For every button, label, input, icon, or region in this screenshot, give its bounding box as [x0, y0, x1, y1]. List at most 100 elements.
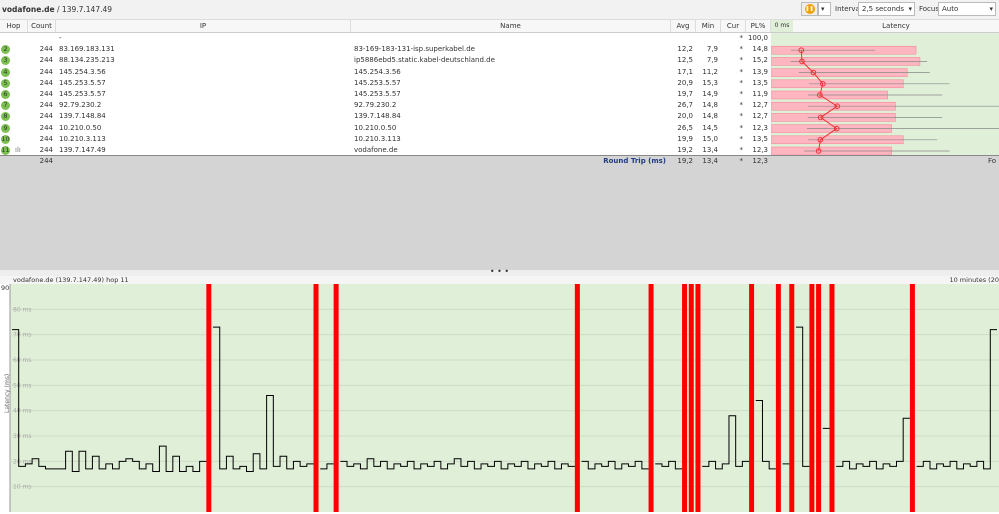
y-tick-label: 60 ms [13, 357, 32, 364]
col-hop[interactable]: Hop [0, 20, 28, 32]
cell-pl: 13,9 [752, 67, 768, 76]
y-max-label: 90 [1, 284, 9, 292]
packet-loss-marker [789, 284, 795, 512]
packet-loss-marker [775, 284, 781, 512]
cell-name: 83-169-183-131-isp.superkabel.de [354, 45, 475, 54]
cell-count: 244 [39, 90, 53, 98]
cell-avg: 12,2 [677, 45, 693, 54]
y-tick-label: 70 ms [13, 332, 32, 339]
summary-cur: * [739, 157, 744, 165]
cell-pl: 13,5 [752, 78, 768, 87]
col-min[interactable]: Min [696, 20, 721, 32]
cell-name: 145.254.3.56 [354, 67, 401, 76]
cell-avg: 26,7 [677, 101, 693, 110]
chevron-down-icon: ▾ [989, 5, 993, 13]
packet-loss-marker [682, 284, 688, 512]
chevron-down-icon: ▾ [821, 5, 825, 13]
cell-pl: 11,9 [752, 90, 768, 98]
cell-cur: * [739, 78, 744, 87]
y-tick-label: 80 ms [13, 306, 32, 313]
cell-min: 14,5 [702, 123, 718, 132]
hop-badge: 7 [1, 101, 10, 111]
hop-badge: 6 [1, 90, 10, 99]
cell-cur: * [739, 34, 744, 42]
packet-loss-marker [313, 284, 319, 512]
cell-ip: 88.134.235.213 [59, 56, 115, 65]
cell-min: 11,2 [702, 67, 718, 76]
cell-cur: * [739, 67, 744, 76]
table-row[interactable]: 2 244 83.169.183.131 83-169-183-131-isp.sup… [0, 44, 771, 55]
table-row[interactable]: 3 244 88.134.235.213 ip5886ebd5.static.kabe… [0, 55, 771, 66]
interval-value: 2,5 seconds [862, 5, 904, 13]
hop-badge: 5 [1, 78, 10, 88]
table-header: Hop Count IP Name Avg Min Cur PL% 0 ms L… [0, 20, 999, 33]
focus-select[interactable]: Auto ▾ [938, 2, 996, 16]
cell-avg: 20,0 [677, 112, 693, 121]
table-row[interactable]: 6 244 145.253.5.57 145.253.5.57 19,7 14,9 * 11,… [0, 89, 771, 100]
col-cur[interactable]: Cur [721, 20, 746, 32]
col-ip[interactable]: IP [56, 20, 351, 32]
chart-timespan: 10 minutes (20 [949, 276, 999, 284]
cell-ip: 10.210.3.113 [59, 134, 106, 143]
cell-cur: * [739, 101, 744, 110]
cell-name: 92.79.230.2 [354, 101, 397, 110]
hop-badge: 4 [1, 67, 10, 77]
table-row[interactable]: 9 244 10.210.0.50 10.210.0.50 26,5 14,5 * 12,3 [0, 123, 771, 134]
col-latency[interactable]: Latency [793, 20, 999, 32]
hop-badge: 9 [1, 123, 10, 133]
cell-min: 14,8 [702, 112, 718, 121]
hop-badge: 2 [1, 45, 10, 55]
cell-name: ip5886ebd5.static.kabel-deutschland.de [354, 56, 495, 65]
y-tick-label: 40 ms [13, 408, 32, 415]
cell-avg: 12,5 [677, 56, 693, 65]
cell-ip: 83.169.183.131 [59, 45, 115, 54]
summary-row: 244 Round Trip (ms) 19,2 13,4 * 12,3 Fo [0, 156, 999, 167]
title-bar: vodafone.de / 139.7.147.49 ❚❚ ▾ Interval… [0, 0, 999, 20]
summary-label: Round Trip (ms) [603, 157, 666, 165]
col-name[interactable]: Name [351, 20, 671, 32]
table-row[interactable]: 10 244 10.210.3.113 10.210.3.113 19,9 15,0 * 13… [0, 134, 771, 145]
table-row[interactable]: 8 244 139.7.148.84 139.7.148.84 20,0 14,8 * 12,… [0, 111, 771, 122]
latency-chart: 10 ms 20 ms 30 ms 40 ms 50 ms 60 ms 70 ms 80 ms… [0, 284, 999, 512]
cell-count: 244 [39, 134, 53, 143]
cell-name: 139.7.148.84 [354, 112, 401, 121]
packet-loss-marker [688, 284, 694, 512]
table-row[interactable]: - * 100,0 [0, 33, 771, 44]
cell-count: 244 [39, 101, 53, 110]
packet-loss-marker [829, 284, 835, 512]
packet-loss-marker [574, 284, 580, 512]
col-count[interactable]: Count [28, 20, 56, 32]
cell-count: 244 [39, 67, 53, 76]
col-avg[interactable]: Avg [671, 20, 696, 32]
packet-loss-marker [695, 284, 701, 512]
table-row[interactable]: 5 244 145.253.5.57 145.253.5.57 20,9 15,3 * 13,… [0, 78, 771, 89]
cell-cur: * [739, 56, 744, 65]
cell-cur: * [739, 134, 744, 143]
summary-avg: 19,2 [677, 157, 693, 165]
table-row[interactable]: 7 244 92.79.230.2 92.79.230.2 26,7 14,8 * 12,7 [0, 100, 771, 111]
y-axis-label: Latency (ms) [4, 374, 11, 413]
cell-ip: 145.253.5.57 [59, 90, 106, 98]
cell-ip: 145.253.5.57 [59, 78, 106, 87]
packet-loss-marker [206, 284, 212, 512]
cell-avg: 20,9 [677, 78, 693, 87]
cell-pl: 15,2 [752, 56, 768, 65]
cell-pl: 13,5 [752, 134, 768, 143]
cell-count: 244 [39, 45, 53, 54]
col-pl[interactable]: PL% [746, 20, 771, 32]
cell-ip: 10.210.0.50 [59, 123, 102, 132]
breadcrumb-host[interactable]: vodafone.de [2, 5, 55, 14]
summary-min: 13,4 [702, 157, 718, 165]
chart-title: vodafone.de (139.7.147.49) hop 11 [13, 276, 129, 284]
breadcrumb-ip: 139.7.147.49 [61, 5, 113, 14]
cell-count: 244 [39, 123, 53, 132]
table-row[interactable]: 4 244 145.254.3.56 145.254.3.56 17,1 11,2 * 13,… [0, 67, 771, 78]
interval-select[interactable]: 2,5 seconds ▾ [858, 2, 915, 16]
cell-pl: 12,3 [752, 123, 768, 132]
cell-count: 244 [39, 112, 53, 121]
cell-count: 244 [39, 78, 53, 87]
pause-icon: ❚❚ [804, 4, 815, 14]
pause-dropdown-button[interactable]: ▾ [818, 2, 831, 16]
pause-button[interactable]: ❚❚ [801, 2, 818, 16]
packet-loss-marker [648, 284, 654, 512]
